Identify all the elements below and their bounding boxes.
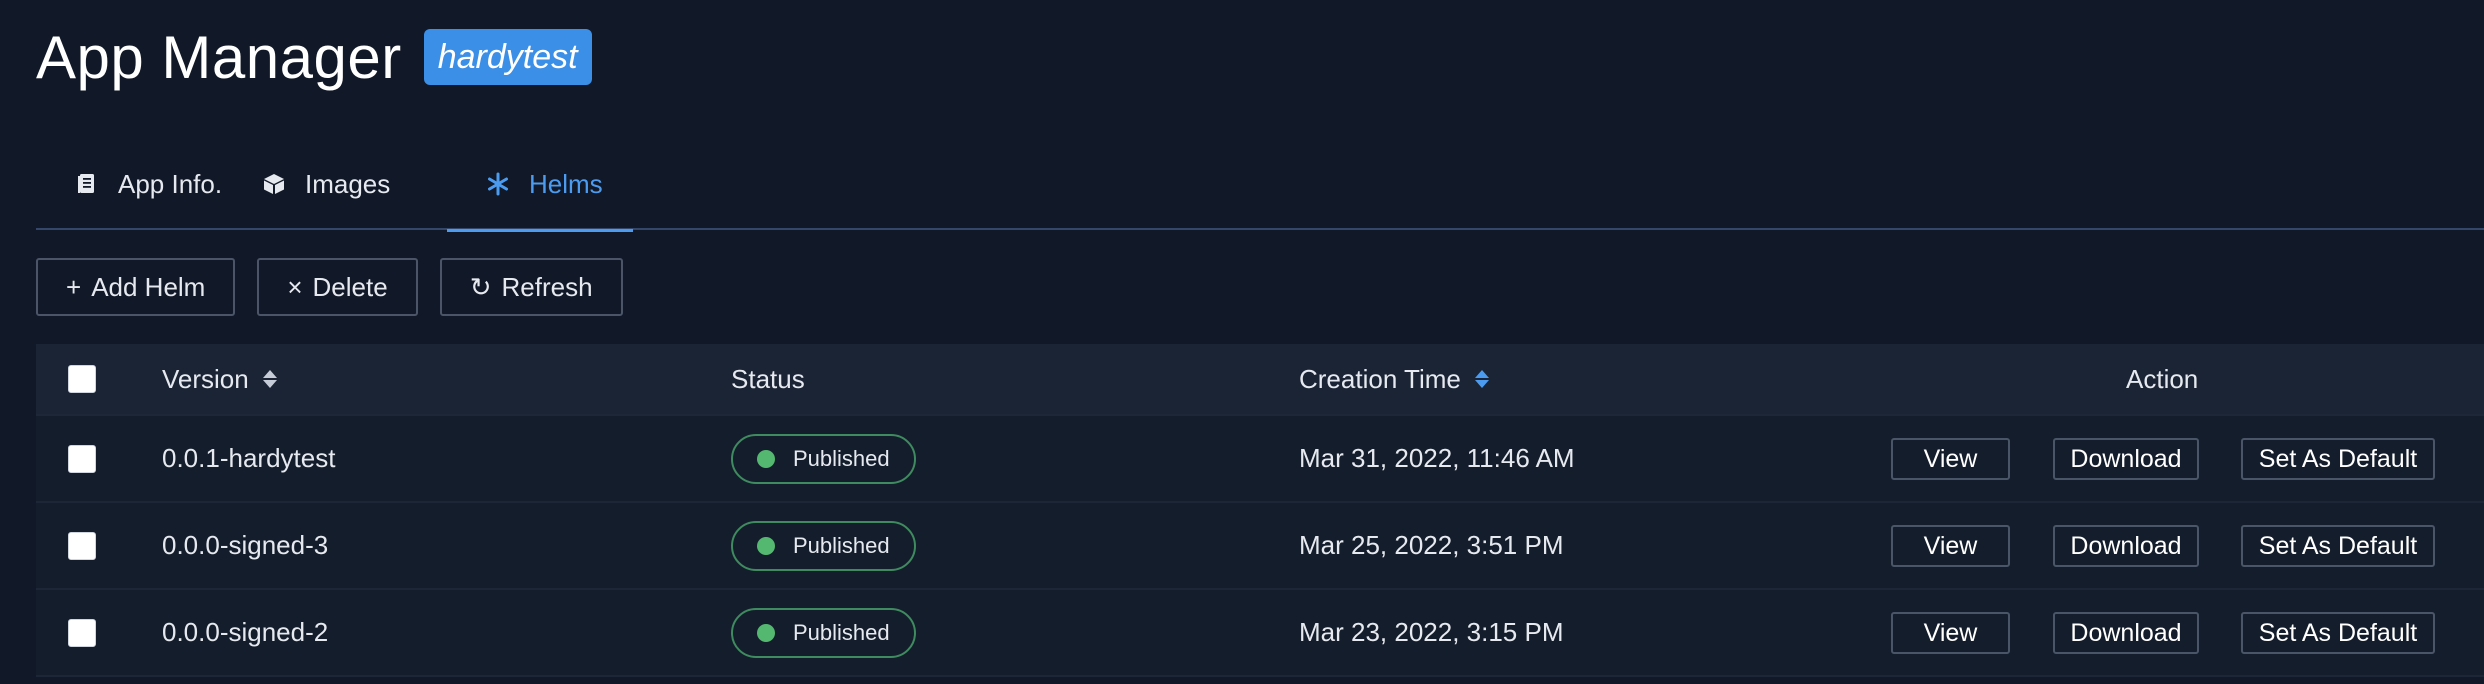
version-column-header[interactable]: Version xyxy=(162,344,277,414)
download-button[interactable]: Download xyxy=(2053,612,2199,654)
cube-icon xyxy=(261,171,287,197)
delete-label: Delete xyxy=(312,271,388,302)
action-column-header: Action xyxy=(2126,344,2198,414)
add-helm-label: Add Helm xyxy=(91,271,206,302)
status-badge: Published xyxy=(731,520,916,571)
status-badge: Published xyxy=(731,607,916,658)
view-button[interactable]: View xyxy=(1891,612,2010,654)
tab-bar: App Info. Images Helms xyxy=(36,138,2484,232)
status-label: Published xyxy=(793,445,890,471)
row-check-cell xyxy=(68,416,96,501)
tab-helms[interactable]: Helms xyxy=(447,138,633,232)
helm-table: Version Status Creation Time Action 0.0.… xyxy=(36,344,2484,677)
creation-time-cell: Mar 25, 2022, 3:51 PM xyxy=(1299,530,1564,560)
set-default-button[interactable]: Set As Default xyxy=(2241,438,2435,480)
asterisk-icon xyxy=(485,171,511,197)
tab-images[interactable]: Images xyxy=(261,138,447,230)
creation-time-header-label: Creation Time xyxy=(1299,363,1461,394)
status-cell: Published xyxy=(731,416,916,501)
refresh-icon: ↻ xyxy=(469,272,492,302)
creation-time-cell: Mar 23, 2022, 3:15 PM xyxy=(1299,617,1564,647)
set-default-button[interactable]: Set As Default xyxy=(2241,525,2435,567)
sort-icon xyxy=(1474,370,1489,388)
app-name-badge: hardytest xyxy=(423,29,592,85)
row-check-cell xyxy=(68,503,96,588)
status-dot-icon xyxy=(757,623,775,642)
refresh-label: Refresh xyxy=(501,271,593,302)
refresh-button[interactable]: ↻ Refresh xyxy=(439,258,623,316)
version-cell: 0.0.0-signed-2 xyxy=(162,617,329,647)
table-row: 0.0.0-signed-3 Published Mar 25, 2022, 3… xyxy=(36,503,2484,590)
view-button[interactable]: View xyxy=(1891,525,2010,567)
sort-icon xyxy=(262,370,277,388)
version-header-label: Version xyxy=(162,363,249,394)
tab-label: Helms xyxy=(529,168,603,199)
toolbar: + Add Helm × Delete ↻ Refresh xyxy=(36,258,623,316)
download-button[interactable]: Download xyxy=(2053,438,2199,480)
row-checkbox[interactable] xyxy=(68,531,96,560)
add-helm-button[interactable]: + Add Helm xyxy=(36,258,236,316)
plus-icon: + xyxy=(66,272,82,302)
view-button[interactable]: View xyxy=(1891,438,2010,480)
status-dot-icon xyxy=(757,536,775,555)
table-row: 0.0.0-signed-2 Published Mar 23, 2022, 3… xyxy=(36,590,2484,677)
page-title: App Manager xyxy=(36,23,402,91)
status-column-header: Status xyxy=(731,344,805,414)
status-cell: Published xyxy=(731,503,916,588)
select-all-checkbox[interactable] xyxy=(68,365,96,393)
tab-label: App Info. xyxy=(118,168,223,199)
status-header-label: Status xyxy=(731,363,805,394)
row-checkbox[interactable] xyxy=(68,444,96,473)
action-header-label: Action xyxy=(2126,363,2199,394)
version-cell: 0.0.1-hardytest xyxy=(162,443,336,473)
status-cell: Published xyxy=(731,590,916,675)
app-manager-page: App Manager hardytest App Info. Images H… xyxy=(0,0,2484,684)
row-checkbox[interactable] xyxy=(68,618,96,647)
set-default-button[interactable]: Set As Default xyxy=(2241,612,2435,654)
delete-button[interactable]: × Delete xyxy=(257,258,418,316)
document-icon xyxy=(74,171,100,197)
status-dot-icon xyxy=(757,449,775,468)
status-badge: Published xyxy=(731,433,916,484)
close-icon: × xyxy=(287,272,303,302)
table-row: 0.0.1-hardytest Published Mar 31, 2022, … xyxy=(36,416,2484,503)
select-all-cell xyxy=(68,344,96,414)
status-label: Published xyxy=(793,532,890,558)
creation-time-column-header[interactable]: Creation Time xyxy=(1299,344,1489,414)
row-check-cell xyxy=(68,590,96,675)
download-button[interactable]: Download xyxy=(2053,525,2199,567)
version-cell: 0.0.0-signed-3 xyxy=(162,530,329,560)
status-label: Published xyxy=(793,619,890,645)
table-header-row: Version Status Creation Time Action xyxy=(36,344,2484,416)
creation-time-cell: Mar 31, 2022, 11:46 AM xyxy=(1299,443,1575,473)
tab-label: Images xyxy=(305,168,391,199)
tab-app-info[interactable]: App Info. xyxy=(74,138,261,230)
page-header: App Manager hardytest xyxy=(36,23,592,91)
